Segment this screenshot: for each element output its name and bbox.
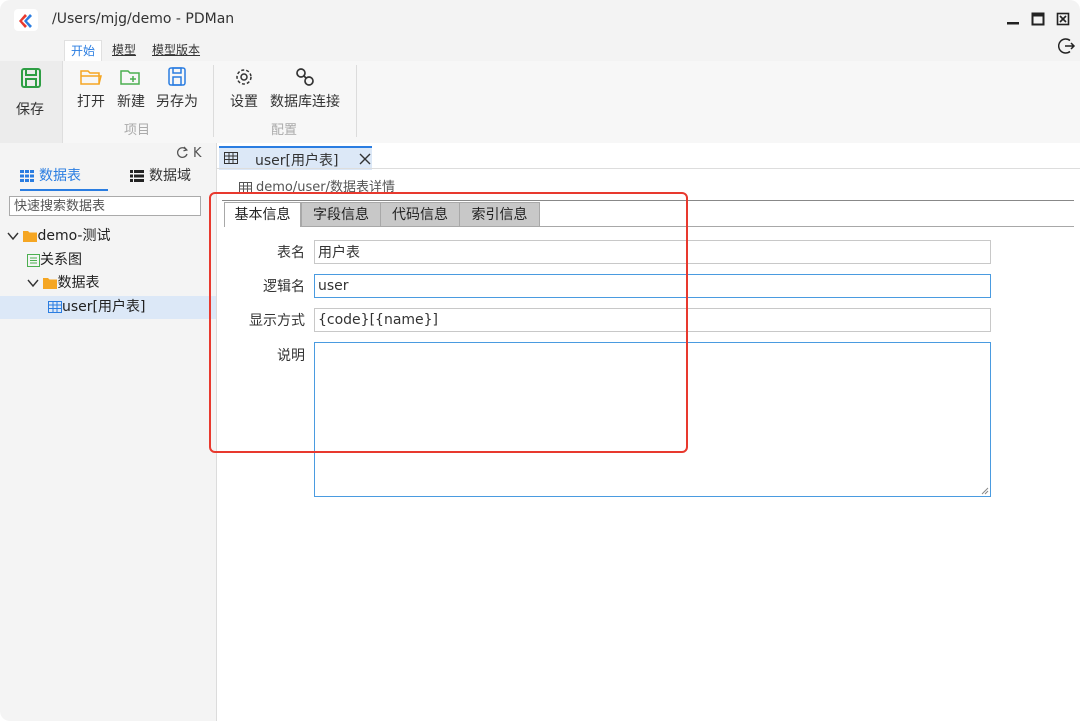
subtab-code-info[interactable]: 代码信息	[380, 202, 460, 227]
sidebar-tab-tables-label: 数据表	[39, 168, 81, 184]
breadcrumb: demo/user/数据表详情	[239, 176, 395, 195]
folder-open-icon	[80, 70, 102, 85]
tree-item-project[interactable]: demo-测试	[0, 225, 216, 248]
chevron-down-icon[interactable]	[27, 278, 39, 288]
table-name-input[interactable]	[314, 240, 991, 264]
chevron-down-icon[interactable]	[7, 231, 19, 241]
folder-icon	[43, 278, 58, 289]
diagram-icon	[27, 253, 40, 267]
save-label: 保存	[16, 102, 44, 118]
save-as-label: 另存为	[156, 94, 198, 110]
link-icon	[296, 68, 314, 86]
doc-tab-user[interactable]: user[用户表]	[219, 146, 372, 170]
main-panel: user[用户表] demo/user/数据表详情 基本信息 字段信息 代码信息…	[217, 143, 1080, 721]
save-button[interactable]: 保存	[0, 61, 63, 143]
sidebar: K 数据表 数据域 demo-测试 关系图 数据表	[0, 143, 217, 721]
app-window: /Users/mjg/demo - PDMan 开始 模型 模型版本 保存 打开…	[0, 0, 1080, 721]
ribbon-toolbar: 保存 打开 新建 另存为 项目 设置 数据库连接 配置	[0, 61, 1080, 144]
window-title: /Users/mjg/demo - PDMan	[52, 11, 235, 27]
subtab-index-info[interactable]: 索引信息	[459, 202, 540, 227]
table-name-label: 表名	[277, 245, 305, 261]
display-mode-input[interactable]	[314, 308, 991, 332]
breadcrumb-text: demo/user/数据表详情	[256, 180, 395, 195]
tree-item-label: user[用户表]	[62, 299, 146, 315]
collapse-toggle[interactable]: K	[193, 146, 202, 161]
sidebar-tab-domains-label: 数据域	[149, 168, 191, 184]
db-connect-label: 数据库连接	[270, 94, 340, 110]
ribbon-divider	[213, 65, 214, 137]
settings-button[interactable]: 设置	[228, 61, 260, 121]
save-as-icon	[168, 67, 186, 86]
group-label-config: 配置	[271, 123, 298, 138]
new-button[interactable]: 新建	[114, 61, 148, 121]
doc-tab-label: user[用户表]	[255, 153, 339, 169]
new-label: 新建	[117, 94, 145, 110]
close-window-icon[interactable]	[1056, 12, 1070, 26]
display-mode-label: 显示方式	[249, 313, 305, 329]
minimize-icon[interactable]	[1006, 12, 1020, 26]
sidebar-tools: K	[176, 146, 202, 161]
subtab-field-info[interactable]: 字段信息	[301, 202, 381, 227]
tree-item-diagram[interactable]: 关系图	[0, 249, 216, 272]
title-bar: /Users/mjg/demo - PDMan	[0, 0, 1080, 40]
tree-item-tables-folder[interactable]: 数据表	[0, 272, 216, 295]
menu-tab-model[interactable]: 模型	[112, 40, 136, 60]
logic-name-label: 逻辑名	[263, 279, 305, 295]
refresh-icon[interactable]	[176, 146, 189, 159]
resize-grip-icon[interactable]	[981, 487, 989, 495]
table-search-input[interactable]	[9, 196, 201, 216]
menu-tab-start[interactable]: 开始	[64, 40, 103, 61]
ribbon-divider	[356, 65, 357, 137]
pdman-logo-icon	[14, 9, 38, 31]
tree-item-user-table[interactable]: user[用户表]	[0, 296, 216, 319]
db-connect-button[interactable]: 数据库连接	[268, 61, 342, 121]
maximize-icon[interactable]	[1031, 12, 1045, 26]
subtab-basic-info[interactable]: 基本信息	[224, 202, 301, 227]
close-tab-icon[interactable]	[359, 153, 371, 165]
open-label: 打开	[77, 94, 105, 110]
open-button[interactable]: 打开	[74, 61, 108, 121]
subtab-baseline	[540, 226, 1074, 227]
table-icon	[48, 301, 62, 313]
save-as-button[interactable]: 另存为	[154, 61, 200, 121]
description-label: 说明	[277, 348, 305, 364]
logic-name-input[interactable]	[314, 274, 991, 298]
tree-item-label: demo-测试	[37, 228, 111, 244]
tree-item-label: 数据表	[57, 275, 100, 291]
group-label-project: 项目	[124, 123, 151, 138]
save-icon	[21, 68, 41, 88]
settings-label: 设置	[230, 94, 258, 110]
tab-strip-border	[217, 168, 1080, 169]
new-folder-icon	[120, 70, 140, 85]
table-icon	[239, 182, 252, 193]
gear-icon	[236, 69, 252, 85]
menu-tab-model-version[interactable]: 模型版本	[152, 40, 200, 60]
header-divider	[222, 200, 1074, 201]
logout-icon[interactable]	[1058, 37, 1076, 55]
grid-icon	[20, 170, 34, 182]
description-textarea[interactable]	[314, 342, 991, 497]
sidebar-tab-domains[interactable]: 数据域	[130, 163, 191, 189]
folder-icon	[23, 231, 38, 242]
menu-bar: 开始 模型 模型版本	[0, 38, 1080, 62]
tree-item-label: 关系图	[40, 252, 82, 268]
table-icon	[224, 152, 238, 164]
sidebar-tab-tables[interactable]: 数据表	[20, 163, 108, 191]
list-icon	[130, 170, 144, 182]
